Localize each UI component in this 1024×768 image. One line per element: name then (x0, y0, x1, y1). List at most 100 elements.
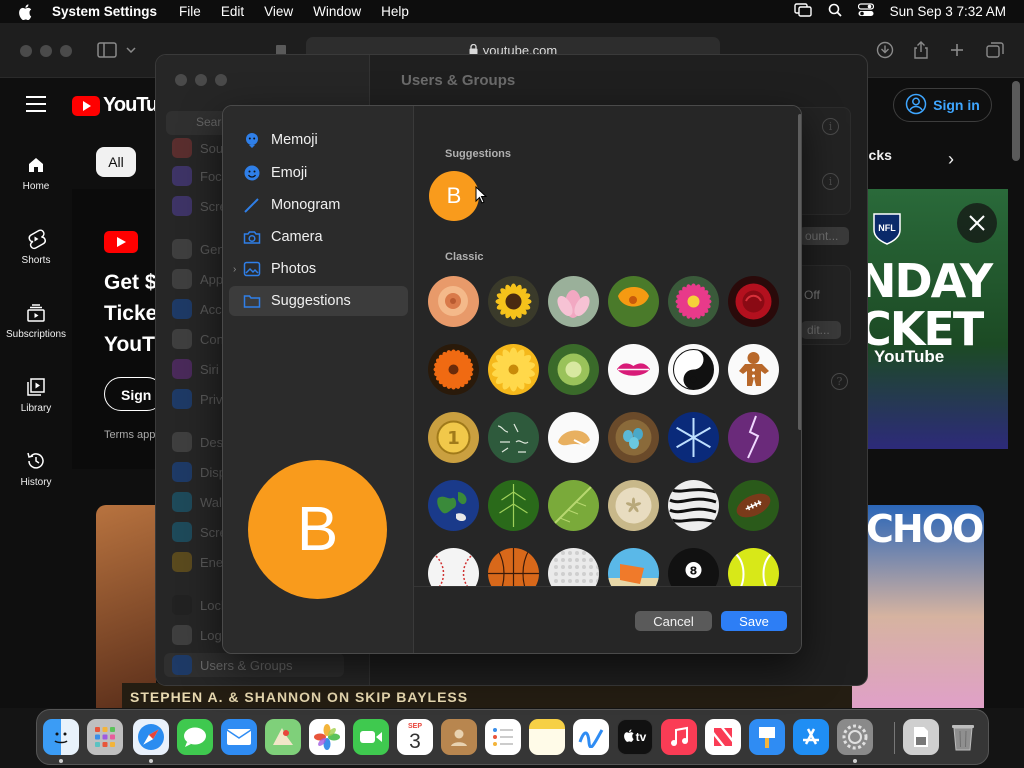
save-button[interactable]: Save (721, 611, 787, 631)
dock-facetime-icon[interactable] (353, 719, 389, 755)
classic-picture-green-leaf[interactable] (548, 480, 599, 531)
nav-subscriptions[interactable]: Subscriptions (0, 301, 72, 340)
dock-music-icon[interactable] (661, 719, 697, 755)
nav-home[interactable]: Home (0, 153, 72, 192)
menu-clock[interactable]: Sun Sep 3 7:32 AM (890, 4, 1006, 19)
youtube-sign-in-button[interactable]: Sign in (893, 88, 992, 122)
share-icon[interactable] (910, 39, 932, 61)
classic-picture-snowflake[interactable] (668, 412, 719, 463)
classic-picture-fortune-cookie[interactable] (548, 412, 599, 463)
dock-downloads-stack-icon[interactable] (903, 719, 939, 755)
browser-zoom-button[interactable] (60, 45, 72, 57)
apple-menu-icon[interactable] (16, 2, 36, 22)
dock-tv-icon[interactable]: tv (617, 719, 653, 755)
classic-picture-sunflower[interactable] (488, 276, 539, 327)
sidebar-item-energy[interactable]: Ener (172, 551, 227, 573)
classic-picture-beach-chair[interactable] (608, 548, 659, 586)
classic-picture-gingerbread-man[interactable] (728, 344, 779, 395)
classic-picture-baseball[interactable] (428, 548, 479, 586)
sidebar-item-sound[interactable]: Sou (172, 137, 223, 159)
classic-picture-peach-rose[interactable] (428, 276, 479, 327)
classic-picture-gold-medal[interactable]: 1 (428, 412, 479, 463)
classic-picture-yin-yang[interactable] (668, 344, 719, 395)
menu-file[interactable]: File (169, 4, 211, 19)
category-photos[interactable]: Photos (243, 256, 316, 282)
settings-close-button[interactable] (175, 74, 187, 86)
new-tab-icon[interactable] (946, 39, 968, 61)
classic-picture-lightning[interactable] (728, 412, 779, 463)
menu-help[interactable]: Help (371, 4, 419, 19)
dock-photos-icon[interactable] (309, 719, 345, 755)
classic-picture-zebra[interactable] (668, 480, 719, 531)
video-thumbnail-left[interactable] (96, 505, 156, 708)
dock-safari-icon[interactable] (133, 719, 169, 755)
screen-mirroring-icon[interactable] (793, 3, 812, 20)
tab-overview-icon[interactable] (984, 39, 1006, 61)
menu-edit[interactable]: Edit (211, 4, 254, 19)
video-thumbnail-right[interactable]: CHOOL (852, 505, 984, 708)
nav-library[interactable]: Library (0, 375, 72, 414)
chip-all[interactable]: All (96, 147, 136, 177)
dock-notes-icon[interactable] (529, 719, 565, 755)
category-emoji[interactable]: Emoji (243, 160, 307, 186)
sidebar-item-appearance[interactable]: App (172, 268, 223, 290)
menu-view[interactable]: View (254, 4, 303, 19)
control-center-icon[interactable] (857, 3, 874, 20)
add-account-button[interactable]: ount... (799, 227, 849, 245)
classic-picture-basketball[interactable] (488, 548, 539, 586)
classic-picture-lotus[interactable] (548, 276, 599, 327)
info-icon[interactable]: i (822, 118, 839, 135)
sidebar-item-screen-time[interactable]: Scre (172, 195, 227, 217)
classic-picture-tennis-ball[interactable] (728, 548, 779, 586)
dock-trash-icon[interactable] (945, 719, 981, 755)
sidebar-toggle-icon[interactable] (96, 39, 118, 61)
sidebar-item-general[interactable]: Gen (172, 238, 225, 260)
category-suggestions[interactable]: Suggestions (243, 288, 351, 314)
auto-login-popup[interactable]: Off (798, 286, 838, 304)
active-app-name[interactable]: System Settings (48, 4, 169, 19)
sidebar-item-login-password[interactable]: Logi (172, 624, 225, 646)
dock-news-icon[interactable] (705, 719, 741, 755)
classic-picture-football[interactable] (728, 480, 779, 531)
close-promo-button[interactable] (957, 203, 997, 243)
classic-picture-sand-dollar[interactable] (608, 480, 659, 531)
sidebar-item-accessibility[interactable]: Acce (172, 298, 229, 320)
hamburger-menu-icon[interactable] (26, 96, 46, 112)
sidebar-item-control-center[interactable]: Con (172, 328, 224, 350)
dock-contacts-icon[interactable] (441, 719, 477, 755)
chevron-right-icon[interactable]: › (948, 149, 954, 170)
classic-picture-leaf[interactable] (488, 480, 539, 531)
sidebar-item-displays[interactable]: Disp (172, 461, 226, 483)
sidebar-item-desktop[interactable]: Des (172, 431, 223, 453)
sidebar-item-siri[interactable]: Siri (172, 358, 219, 380)
disclosure-chevron-icon[interactable]: › (233, 264, 236, 275)
sidebar-item-users-groups[interactable]: Users & Groups (172, 654, 292, 676)
help-icon[interactable]: ? (831, 373, 848, 390)
classic-picture-lips[interactable] (608, 344, 659, 395)
dock-mail-icon[interactable] (221, 719, 257, 755)
settings-minimize-button[interactable] (195, 74, 207, 86)
dock-reminders-icon[interactable] (485, 719, 521, 755)
dock-system-settings-icon[interactable] (837, 719, 873, 755)
chevron-down-icon[interactable] (124, 39, 138, 61)
dock-keynote-icon[interactable] (749, 719, 785, 755)
sidebar-item-wallpaper[interactable]: Wall (172, 491, 225, 513)
edit-button[interactable]: dit... (801, 321, 841, 339)
menu-window[interactable]: Window (303, 4, 371, 19)
downloads-icon[interactable] (874, 39, 896, 61)
nav-history[interactable]: History (0, 449, 72, 488)
classic-picture-orange-poppy[interactable] (608, 276, 659, 327)
classic-picture-pink-dahlia[interactable] (668, 276, 719, 327)
dock-finder-icon[interactable] (43, 719, 79, 755)
dock-freeform-icon[interactable] (573, 719, 609, 755)
sidebar-item-privacy[interactable]: Priv (172, 388, 222, 410)
classic-picture-earth[interactable] (428, 480, 479, 531)
nav-shorts[interactable]: Shorts (0, 227, 72, 266)
info-icon[interactable]: i (822, 173, 839, 190)
classic-picture-blue-eggs-nest[interactable] (608, 412, 659, 463)
category-monogram[interactable]: Monogram (243, 192, 340, 218)
sidebar-item-focus[interactable]: Focu (172, 165, 229, 187)
browser-minimize-button[interactable] (40, 45, 52, 57)
settings-zoom-button[interactable] (215, 74, 227, 86)
gallery-scrollbar[interactable] (798, 114, 801, 430)
